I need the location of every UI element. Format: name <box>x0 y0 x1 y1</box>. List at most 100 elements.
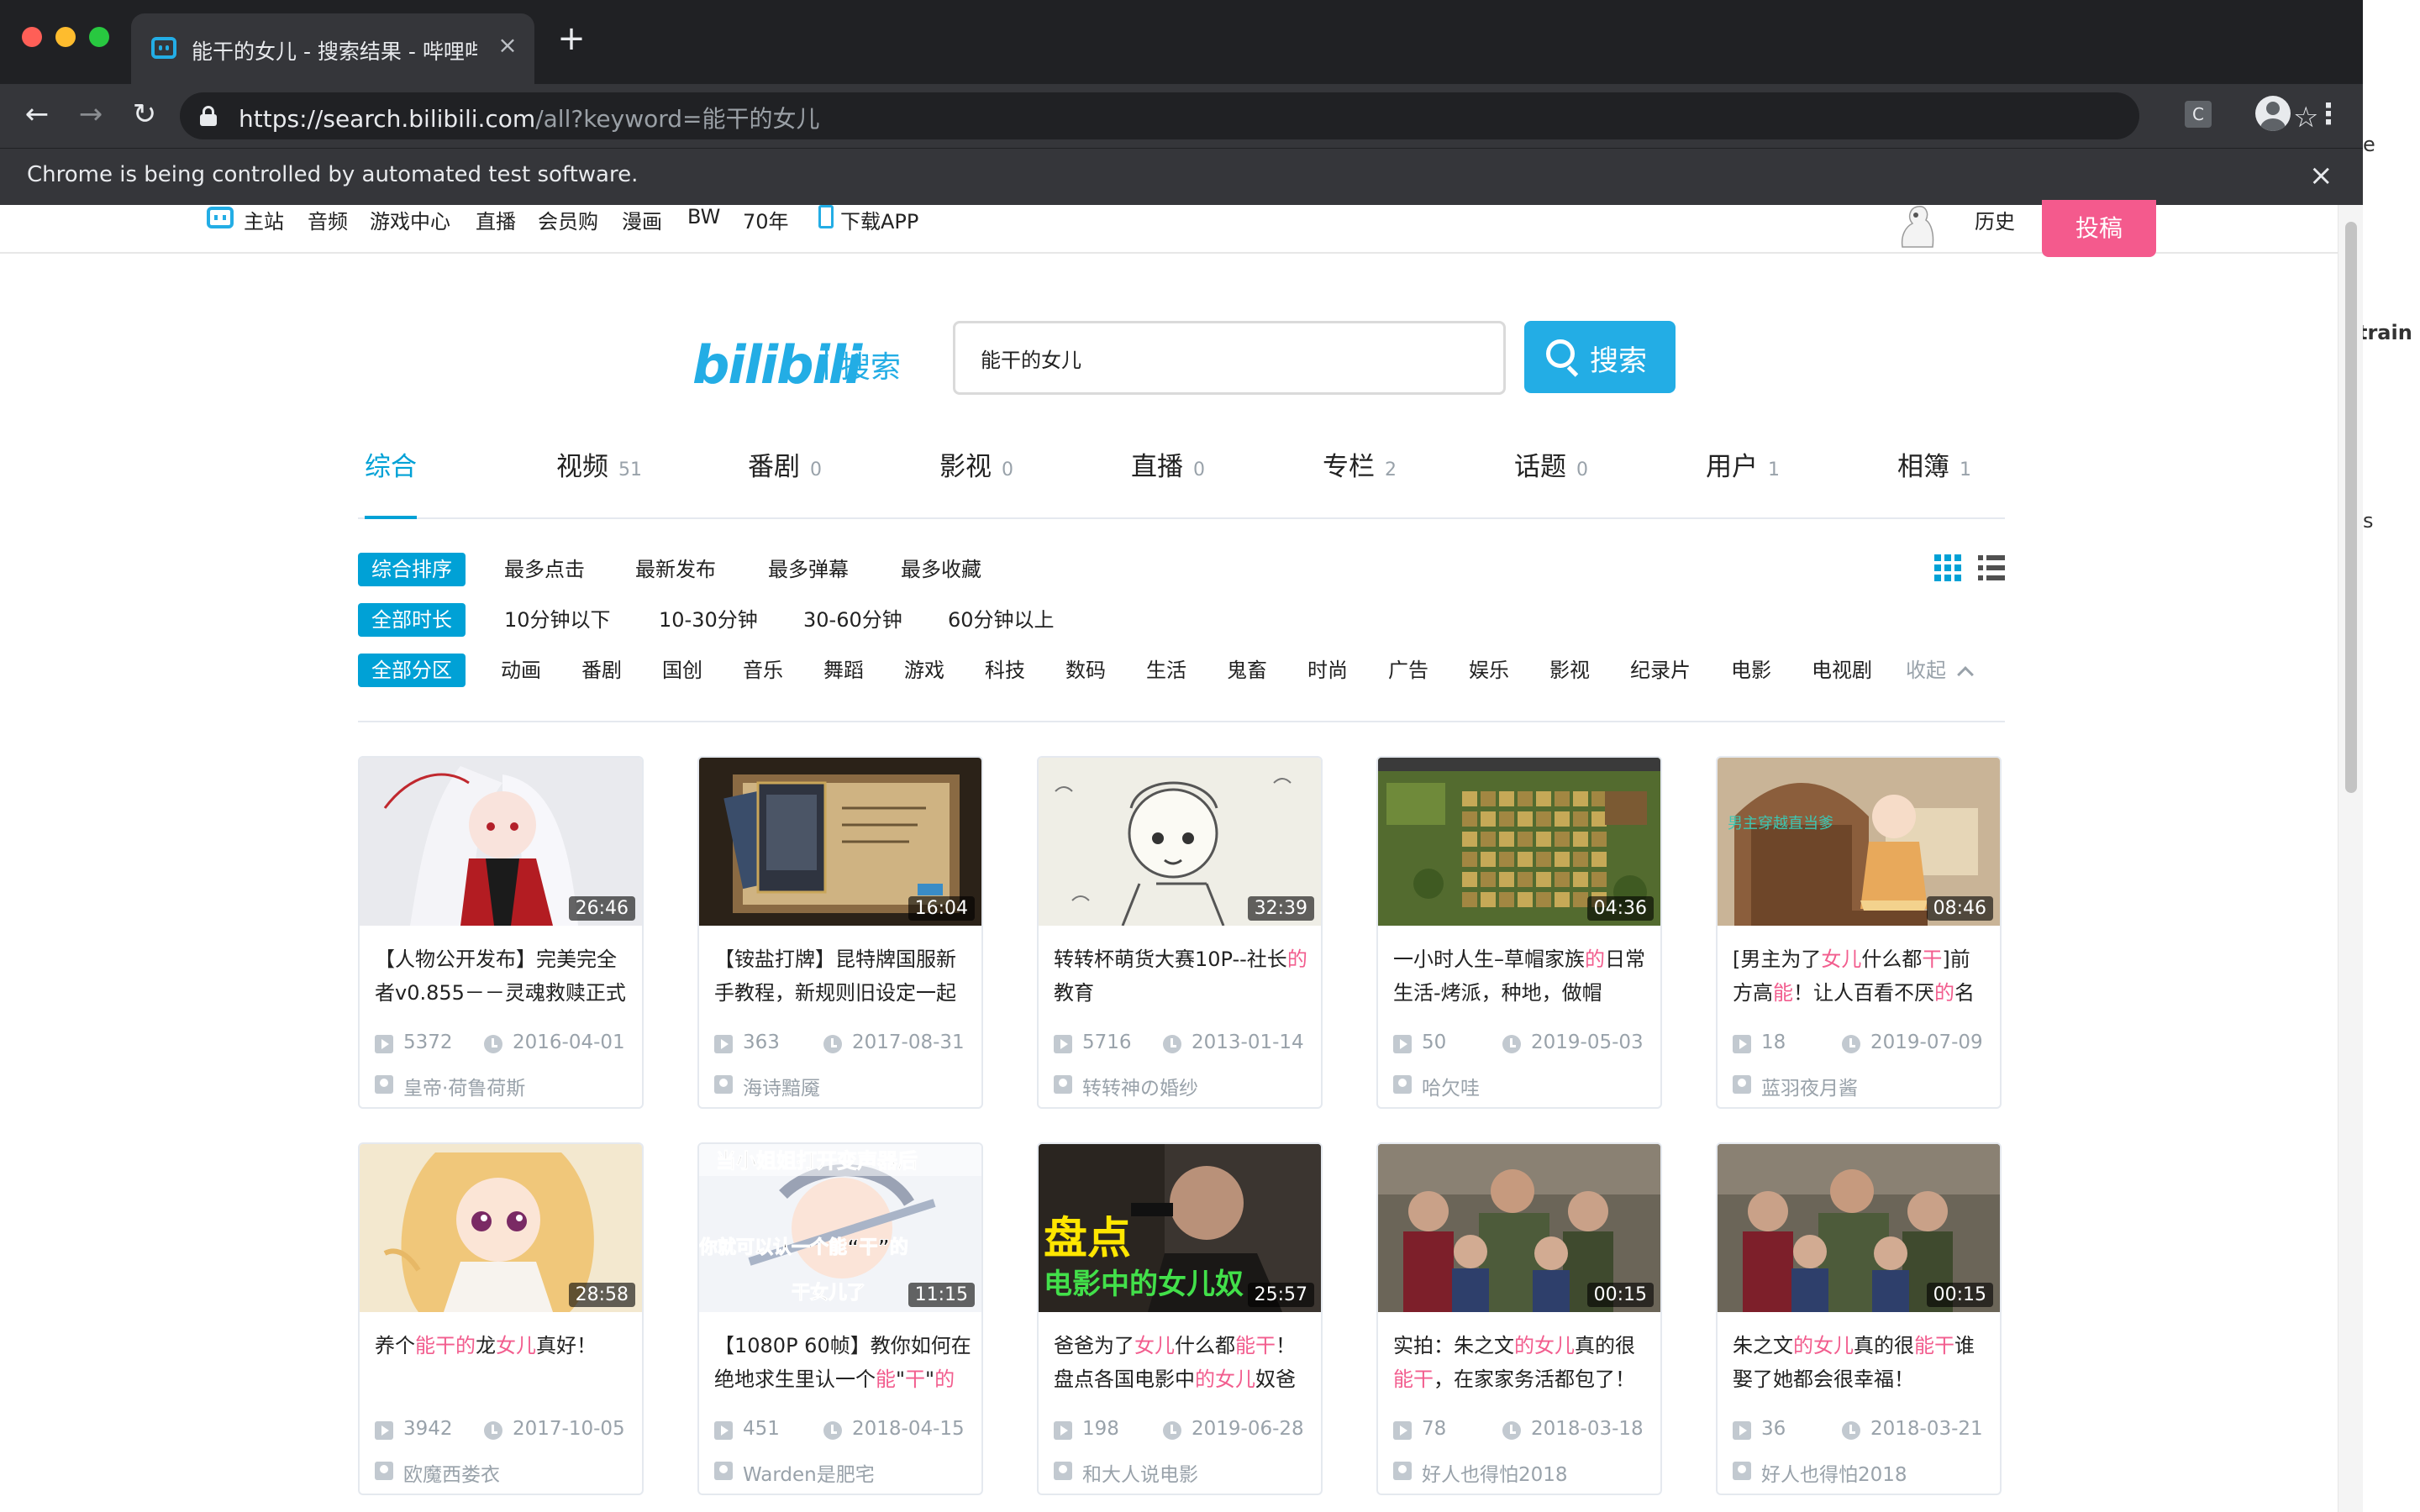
video-thumbnail[interactable]: 00:15 <box>1718 1144 2000 1312</box>
user-avatar[interactable] <box>1891 202 1939 249</box>
video-title[interactable]: 实拍：朱之文的女儿真的很能干，在家家务活都包了！ <box>1393 1329 1650 1396</box>
zone-item[interactable]: 音乐 <box>743 654 783 687</box>
tab-topic[interactable]: 话题 0 <box>1514 445 1588 519</box>
tab-photo[interactable]: 相簿 1 <box>1897 445 1971 519</box>
new-tab-button[interactable]: + <box>555 22 588 55</box>
zone-all[interactable]: 全部分区 <box>358 654 466 687</box>
tab-movie[interactable]: 影视 0 <box>939 445 1013 519</box>
tab-article[interactable]: 专栏 2 <box>1323 445 1397 519</box>
video-title[interactable]: 朱之文的女儿真的很能干谁娶了她都会很幸福！ <box>1733 1329 1990 1396</box>
zone-item[interactable]: 娱乐 <box>1469 654 1509 687</box>
sort-most-favorites[interactable]: 最多收藏 <box>901 553 981 586</box>
zone-item[interactable]: 国创 <box>662 654 702 687</box>
nav-manga[interactable]: 漫画 <box>622 205 662 234</box>
list-view-icon[interactable] <box>1978 554 2005 581</box>
zone-item[interactable]: 数码 <box>1065 654 1106 687</box>
grid-view-icon[interactable] <box>1934 554 1961 581</box>
sort-newest[interactable]: 最新发布 <box>635 553 716 586</box>
zone-item[interactable]: 纪录片 <box>1630 654 1691 687</box>
video-title[interactable]: 一小时人生–草帽家族的日常生活-烤派，种地，做帽 <box>1393 942 1650 1010</box>
zone-item[interactable]: 生活 <box>1146 654 1186 687</box>
video-uploader[interactable]: 和大人说电影 <box>1054 1458 1311 1486</box>
video-thumbnail[interactable]: 00:15 <box>1378 1144 1660 1312</box>
maximize-window-button[interactable] <box>89 27 109 47</box>
video-card[interactable]: 盘点 电影中的女儿奴 25:57 爸爸为了女儿什么都能干！盘点各国电影中的女儿奴爸 19… <box>1037 1142 1323 1495</box>
zone-item[interactable]: 游戏 <box>904 654 944 687</box>
video-card[interactable]: 00:15 实拍：朱之文的女儿真的很能干，在家家务活都包了！ 78 2018-03-1… <box>1376 1142 1662 1495</box>
video-card[interactable]: 男主穿越直当爹 08:46 [男主为了女儿什么都干]前方高能！让人百看不厌的名 18 2… <box>1716 756 2002 1109</box>
upload-button[interactable]: 投稿 <box>2042 200 2156 257</box>
zone-item[interactable]: 番剧 <box>581 654 622 687</box>
sort-most-danmaku[interactable]: 最多弹幕 <box>768 553 849 586</box>
tab-bangumi[interactable]: 番剧 0 <box>748 445 822 519</box>
duration-30-60[interactable]: 30-60分钟 <box>803 603 902 637</box>
tab-all[interactable]: 综合 <box>365 445 417 519</box>
nav-game-center[interactable]: 游戏中心 <box>370 205 450 234</box>
nav-history[interactable]: 历史 <box>1975 205 2015 234</box>
video-thumbnail[interactable]: 04:36 <box>1378 758 1660 926</box>
browser-tab[interactable]: 能干的女儿 - 搜索结果 - 哔哩哔哩 × <box>131 13 534 84</box>
video-card[interactable]: 26:46 【人物公开发布】完美完全者v0.855－－灵魂救赎正式 5372 2016… <box>358 756 644 1109</box>
nav-bw[interactable]: BW <box>687 205 720 228</box>
zone-item[interactable]: 电视剧 <box>1812 654 1872 687</box>
sort-default[interactable]: 综合排序 <box>358 553 466 586</box>
video-thumbnail[interactable]: 男主穿越直当爹 08:46 <box>1718 758 2000 926</box>
video-title[interactable]: 转转杯萌货大赛10P--社长的教育 <box>1054 942 1311 1010</box>
video-title[interactable]: [男主为了女儿什么都干]前方高能！让人百看不厌的名 <box>1733 942 1990 1010</box>
nav-70-years[interactable]: 70年 <box>743 205 789 234</box>
zone-item[interactable]: 广告 <box>1388 654 1428 687</box>
video-uploader[interactable]: 好人也得怕2018 <box>1733 1458 1990 1486</box>
video-uploader[interactable]: 蓝羽夜月酱 <box>1733 1072 1990 1100</box>
scrollbar-thumb[interactable] <box>2345 222 2357 793</box>
tab-live[interactable]: 直播 0 <box>1131 445 1205 519</box>
duration-over-60[interactable]: 60分钟以上 <box>948 603 1055 637</box>
extension-icon[interactable]: C <box>2185 101 2212 128</box>
nav-main-site[interactable]: 主站 <box>244 205 284 234</box>
close-window-button[interactable] <box>22 27 42 47</box>
nav-audio[interactable]: 音频 <box>308 205 348 234</box>
forward-arrow-icon[interactable]: → <box>72 96 109 133</box>
video-thumbnail[interactable]: 当小姐姐打开变声器后 你就可以认一个能“干”的 干女儿了 11:15 <box>699 1144 981 1312</box>
tab-close-icon[interactable]: × <box>492 30 523 60</box>
search-button[interactable]: 搜索 <box>1524 321 1676 393</box>
infobar-close-icon[interactable]: × <box>2309 159 2333 192</box>
video-title[interactable]: 爸爸为了女儿什么都能干！盘点各国电影中的女儿奴爸 <box>1054 1329 1311 1396</box>
video-uploader[interactable]: 好人也得怕2018 <box>1393 1458 1650 1486</box>
video-card[interactable]: 28:58 养个能干的龙女儿真好！ 3942 2017-10-05 欧魔西娄衣 <box>358 1142 644 1495</box>
video-thumbnail[interactable]: 16:04 <box>699 758 981 926</box>
lock-icon[interactable] <box>200 106 217 126</box>
video-uploader[interactable]: 转转神の婚纱 <box>1054 1072 1311 1100</box>
address-bar[interactable]: https://search.bilibili.com/all?keyword=… <box>180 92 2318 139</box>
video-title[interactable]: 【1080P 60帧】教你如何在绝地求生里认一个能"干"的 <box>714 1329 971 1396</box>
zone-item[interactable]: 舞蹈 <box>823 654 864 687</box>
search-input[interactable] <box>953 321 1506 395</box>
video-card[interactable]: 当小姐姐打开变声器后 你就可以认一个能“干”的 干女儿了 11:15 【1080P 60… <box>697 1142 983 1495</box>
bilibili-search-logo[interactable]: bilibili 搜索 <box>692 331 904 396</box>
tab-video[interactable]: 视频 51 <box>556 445 642 519</box>
zone-item[interactable]: 科技 <box>985 654 1025 687</box>
more-menu-icon[interactable]: ⋮ <box>2314 96 2343 133</box>
zone-item[interactable]: 时尚 <box>1307 654 1348 687</box>
video-title[interactable]: 养个能干的龙女儿真好！ <box>375 1329 632 1396</box>
minimize-window-button[interactable] <box>55 27 76 47</box>
video-title[interactable]: 【人物公开发布】完美完全者v0.855－－灵魂救赎正式 <box>375 942 632 1010</box>
nav-live[interactable]: 直播 <box>476 205 516 234</box>
video-card[interactable]: 00:15 朱之文的女儿真的很能干谁娶了她都会很幸福！ 36 2018-03-21 好人… <box>1716 1142 2002 1495</box>
profile-avatar-icon[interactable] <box>2255 96 2291 131</box>
back-arrow-icon[interactable]: ← <box>18 96 55 133</box>
zone-item[interactable]: 动画 <box>501 654 541 687</box>
zone-item[interactable]: 鬼畜 <box>1227 654 1267 687</box>
video-uploader[interactable]: Warden是肥宅 <box>714 1458 971 1486</box>
video-uploader[interactable]: 皇帝·荷鲁荷斯 <box>375 1072 632 1100</box>
tab-user[interactable]: 用户 1 <box>1706 445 1780 519</box>
video-card[interactable]: 16:04 【铵盐打牌】昆特牌国服新手教程，新规则旧设定一起 363 2017-08-… <box>697 756 983 1109</box>
video-thumbnail[interactable]: 26:46 <box>360 758 642 926</box>
video-card[interactable]: 32:39 转转杯萌货大赛10P--社长的教育 5716 2013-01-14 转转神の… <box>1037 756 1323 1109</box>
video-uploader[interactable]: 欧魔西娄衣 <box>375 1458 632 1486</box>
video-thumbnail[interactable]: 28:58 <box>360 1144 642 1312</box>
zone-item[interactable]: 电影 <box>1731 654 1771 687</box>
duration-under-10[interactable]: 10分钟以下 <box>504 603 611 637</box>
video-title[interactable]: 【铵盐打牌】昆特牌国服新手教程，新规则旧设定一起 <box>714 942 971 1010</box>
reload-icon[interactable]: ↻ <box>126 96 163 133</box>
video-uploader[interactable]: 海诗黯魇 <box>714 1072 971 1100</box>
